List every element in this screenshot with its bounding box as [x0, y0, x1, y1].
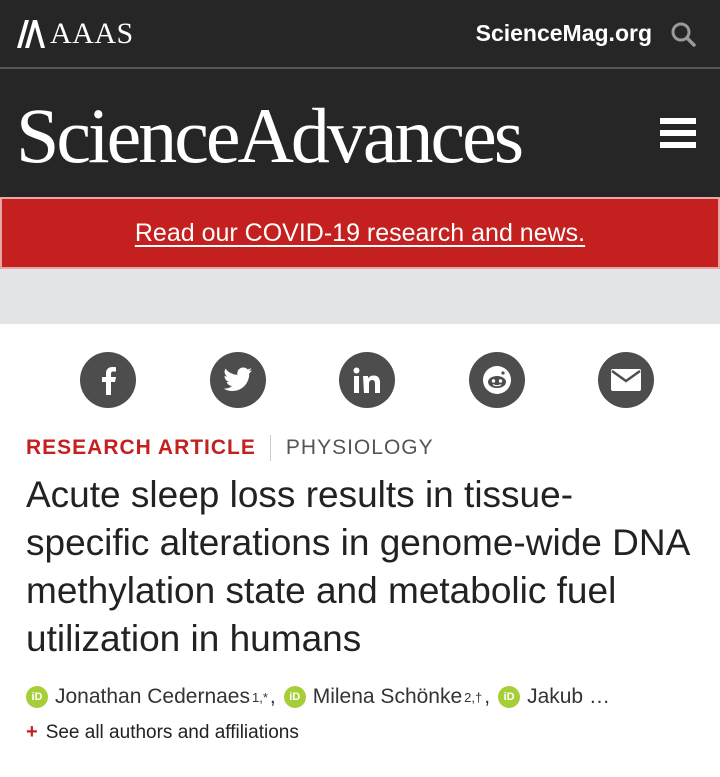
author-item[interactable]: iD Jonathan Cedernaes 1,* [26, 685, 268, 709]
author-name[interactable]: Milena Schönke [313, 685, 462, 709]
article-type-label: RESEARCH ARTICLE [26, 436, 256, 459]
ad-band [0, 269, 720, 324]
facebook-icon [102, 367, 116, 395]
author-name[interactable]: Jonathan Cedernaes [55, 685, 250, 709]
author-item[interactable]: iD Jakub … [498, 685, 610, 709]
covid-banner: Read our COVID-19 research and news. [0, 197, 720, 269]
aaas-logo[interactable]: AAAS [16, 17, 134, 51]
article-header: RESEARCH ARTICLE PHYSIOLOGY Acute sleep … [0, 324, 720, 744]
search-button[interactable] [668, 19, 698, 49]
article-kicker: RESEARCH ARTICLE PHYSIOLOGY [26, 435, 694, 461]
author-name[interactable]: Jakub … [527, 685, 610, 709]
aaas-logo-mark-icon [17, 19, 45, 48]
kicker-divider [269, 435, 271, 461]
reddit-share-button[interactable] [468, 352, 525, 408]
twitter-share-button[interactable] [209, 352, 266, 408]
share-bar [26, 324, 694, 408]
article-title: Acute sleep loss results in tissue-speci… [26, 474, 689, 659]
see-all-authors-link[interactable]: + See all authors and affiliations [26, 721, 694, 744]
linkedin-icon [353, 367, 380, 393]
masthead: ScienceAdvances [0, 69, 720, 197]
orcid-icon[interactable]: iD [283, 686, 306, 708]
author-separator: , [484, 685, 491, 708]
author-list: iD Jonathan Cedernaes 1,* , iD Milena Sc… [26, 685, 694, 709]
hamburger-menu-icon[interactable] [660, 118, 696, 148]
author-item[interactable]: iD Milena Schönke 2,† [283, 685, 483, 709]
linkedin-share-button[interactable] [339, 352, 395, 408]
top-bar: AAAS ScienceMag.org [0, 0, 720, 69]
facebook-share-button[interactable] [80, 352, 136, 408]
orcid-icon[interactable]: iD [498, 686, 521, 708]
orcid-icon[interactable]: iD [26, 686, 48, 708]
article-subject-link[interactable]: PHYSIOLOGY [286, 436, 434, 460]
see-all-authors-label: See all authors and affiliations [45, 721, 299, 743]
email-icon [611, 369, 641, 391]
covid-banner-link[interactable]: Read our COVID-19 research and news. [135, 219, 585, 248]
aaas-wordmark: AAAS [50, 16, 134, 50]
sciencemag-link[interactable]: ScienceMag.org [476, 20, 652, 47]
author-separator: , [269, 685, 276, 708]
twitter-icon [222, 367, 252, 392]
science-advances-logo[interactable]: ScienceAdvances [16, 91, 524, 175]
reddit-icon [482, 366, 511, 394]
author-affiliation: 2,† [464, 689, 483, 705]
author-affiliation: 1,* [251, 689, 268, 705]
email-share-button[interactable] [598, 352, 654, 408]
search-icon [671, 22, 696, 47]
plus-icon: + [26, 721, 38, 743]
